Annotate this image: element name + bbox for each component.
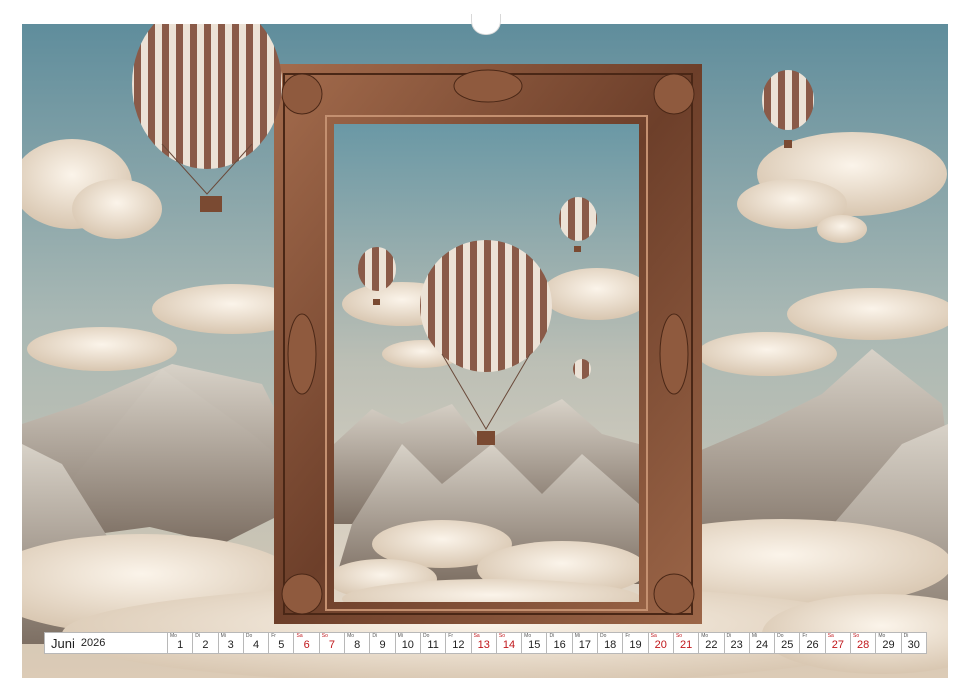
day-number: 3 [227,639,234,651]
day-cell: Mo 15 [522,632,548,654]
calendar-strip: Juni 2026 Mo 1 Di 2 Mi 3 Do 4 Fr 5 Sa 6 So 7 Mo 8 Di 9 Mi 1… [44,632,927,654]
day-cell: Fr 12 [446,632,472,654]
day-number: 10 [401,639,414,651]
day-cell: Mi 17 [572,632,599,654]
day-number: 14 [502,639,516,651]
day-cell: Sa 20 [648,632,674,654]
day-cell: Di 30 [901,632,927,654]
day-cell: Do 4 [243,632,270,654]
day-cell: Di 2 [193,632,219,654]
day-cell: Do 11 [420,632,447,654]
day-number: 20 [654,639,667,651]
day-number: 17 [578,639,592,651]
day-number: 27 [831,639,844,651]
day-cell: So 7 [319,632,346,654]
day-number: 24 [755,639,769,651]
day-cells: Mo 1 Di 2 Mi 3 Do 4 Fr 5 Sa 6 So 7 Mo 8 Di 9 Mi 10 Do 11 Fr 12 S… [168,632,927,654]
day-cell: Mo 8 [345,632,371,654]
day-cell: Do 18 [598,632,624,654]
day-cell: Mi 3 [218,632,244,654]
day-cell: Fr 19 [623,632,649,654]
day-number: 13 [477,639,490,651]
day-number: 29 [882,639,895,651]
day-cell: Sa 6 [294,632,320,654]
day-number: 30 [907,639,920,651]
month-label: Juni 2026 [44,632,168,654]
day-number: 2 [202,639,209,651]
day-cell: So 21 [673,632,700,654]
day-number: 22 [705,639,718,651]
day-number: 12 [452,639,465,651]
day-cell: Mo 22 [699,632,725,654]
day-number: 7 [328,639,335,651]
month-name: Juni [51,635,75,651]
day-cell: Mo 1 [168,632,194,654]
day-cell: Fr 26 [800,632,826,654]
year: 2026 [80,637,106,649]
day-number: 26 [806,639,819,651]
day-cell: Sa 13 [471,632,497,654]
day-number: 15 [528,639,541,651]
day-cell: Di 16 [547,632,573,654]
hot-air-balloon-icon [573,359,591,379]
day-cell: Mi 24 [749,632,776,654]
day-number: 5 [278,639,285,651]
day-number: 28 [857,639,870,651]
day-number: 25 [781,639,794,651]
day-cell: Di 9 [370,632,396,654]
day-number: 9 [379,639,386,651]
day-cell: So 14 [496,632,523,654]
day-cell: Fr 5 [269,632,295,654]
day-number: 4 [252,639,260,651]
day-cell: So 28 [851,632,877,654]
day-number: 1 [177,639,184,651]
day-number: 19 [629,639,642,651]
day-number: 18 [604,639,617,651]
day-number: 21 [679,639,693,651]
day-number: 8 [354,639,361,651]
day-cell: Mo 29 [876,632,902,654]
calendar-photo [22,24,948,678]
day-cell: Sa 27 [825,632,852,654]
day-number: 11 [427,639,439,651]
day-number: 16 [553,639,566,651]
day-number: 23 [730,639,743,651]
day-cell: Do 25 [775,632,801,654]
day-number: 6 [303,639,310,651]
day-cell: Di 23 [724,632,750,654]
day-cell: Mi 10 [395,632,421,654]
